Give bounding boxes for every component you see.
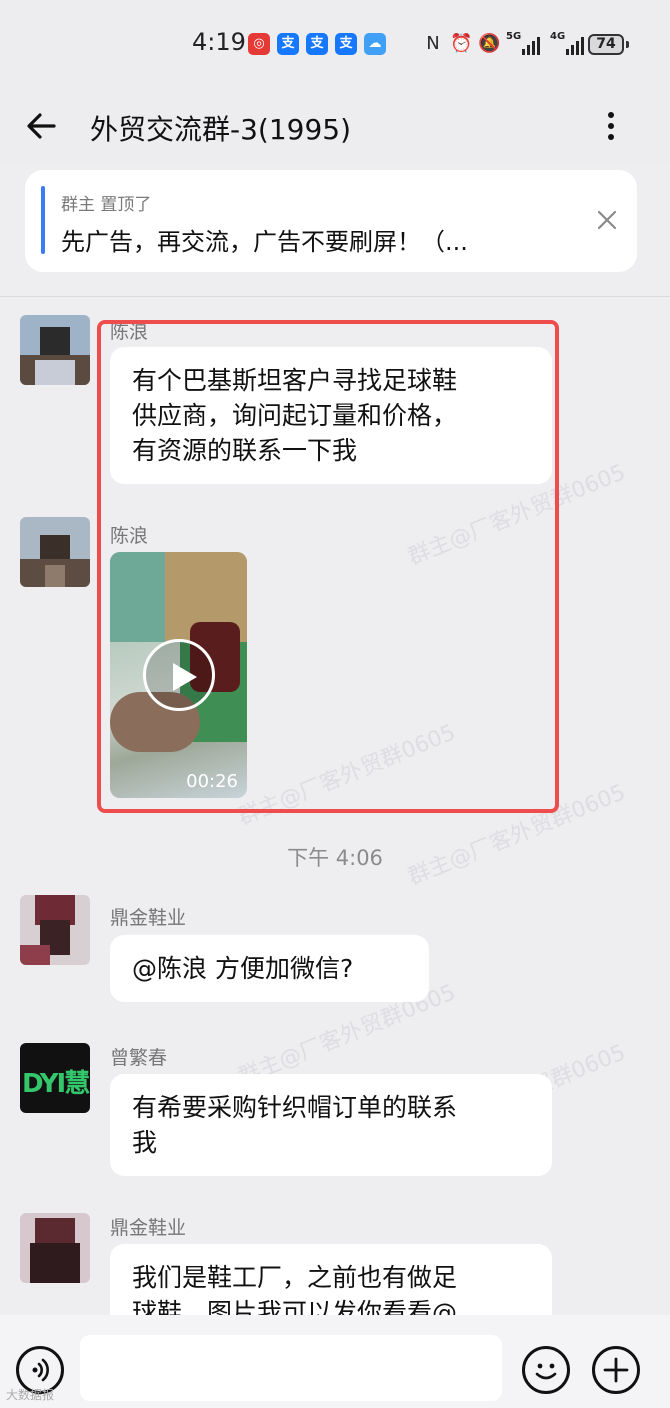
status-time: 4:19 [192, 28, 246, 56]
avatar[interactable] [20, 315, 90, 385]
sender-name: 陈浪 [110, 525, 149, 547]
avatar[interactable]: DYI慧 [20, 1043, 90, 1113]
close-icon[interactable] [593, 206, 621, 234]
battery-tip [626, 41, 629, 48]
plus-icon[interactable] [592, 1346, 640, 1394]
message-bubble[interactable]: 我们是鞋工厂，之前也有做足 球鞋，图片我可以发你看看@ [110, 1244, 552, 1315]
alipay-icon: 支 [335, 33, 357, 55]
chat-title: 外贸交流群-3(1995) [90, 113, 352, 146]
avatar[interactable] [20, 1213, 90, 1283]
status-bar: 4:19 ◎ 支 支 支 ☁ N ⏰ 🔕 5G 4G 74 [0, 0, 670, 90]
corner-watermark: 大数据报 [6, 1388, 55, 1402]
cloud-icon: ☁ [364, 33, 386, 55]
alarm-icon: ⏰ [450, 33, 473, 54]
message-bubble[interactable]: 有个巴基斯坦客户寻找足球鞋 供应商，询问起订量和价格， 有资源的联系一下我 [110, 347, 552, 484]
chat-header: 外贸交流群-3(1995) [0, 90, 670, 162]
chat-area[interactable]: 群主@厂客外贸群0605 群主@厂客外贸群0605 群主@厂客外贸群0605 群… [0, 297, 670, 1315]
emoji-icon[interactable] [522, 1346, 570, 1394]
watermark: 群主@厂客外贸群0605 [234, 720, 460, 831]
pinned-text: 先广告，再交流，广告不要刷屏！（... [61, 228, 468, 256]
sender-name: 陈浪 [110, 321, 149, 343]
video-message[interactable]: 00:26 [110, 552, 247, 798]
sender-name: 曾繁春 [110, 1047, 168, 1069]
nfc-icon: N [426, 33, 440, 54]
message-bubble[interactable]: 有希要采购针织帽订单的联系 我 [110, 1074, 552, 1176]
watermark: 群主@厂客外贸群0605 [404, 780, 630, 891]
mute-icon: 🔕 [478, 33, 501, 54]
avatar-logo-text: DYI慧 [22, 1069, 90, 1099]
alipay-icon: 支 [306, 33, 328, 55]
battery-icon: 74 [588, 34, 624, 55]
avatar[interactable] [20, 895, 90, 965]
play-icon[interactable] [143, 639, 215, 711]
message-input[interactable] [80, 1335, 502, 1401]
input-bar [0, 1315, 670, 1408]
video-duration: 00:26 [186, 771, 238, 792]
back-arrow-icon[interactable] [22, 106, 62, 146]
sender-name: 鼎金鞋业 [110, 907, 187, 929]
message-bubble[interactable]: @陈浪 方便加微信? [110, 935, 429, 1002]
signal-icon: 5G [506, 31, 540, 55]
app-notification-icon: ◎ [248, 33, 270, 55]
pinned-message[interactable]: 群主 置顶了 先广告，再交流，广告不要刷屏！（... [25, 170, 637, 272]
alipay-icon: 支 [277, 33, 299, 55]
time-divider: 下午 4:06 [287, 846, 383, 870]
sender-name: 鼎金鞋业 [110, 1217, 187, 1239]
signal-icon: 4G [550, 31, 584, 55]
avatar[interactable] [20, 517, 90, 587]
pinned-accent-bar [41, 186, 45, 254]
more-icon[interactable] [596, 108, 626, 148]
pinned-meta: 群主 置顶了 [61, 195, 152, 215]
